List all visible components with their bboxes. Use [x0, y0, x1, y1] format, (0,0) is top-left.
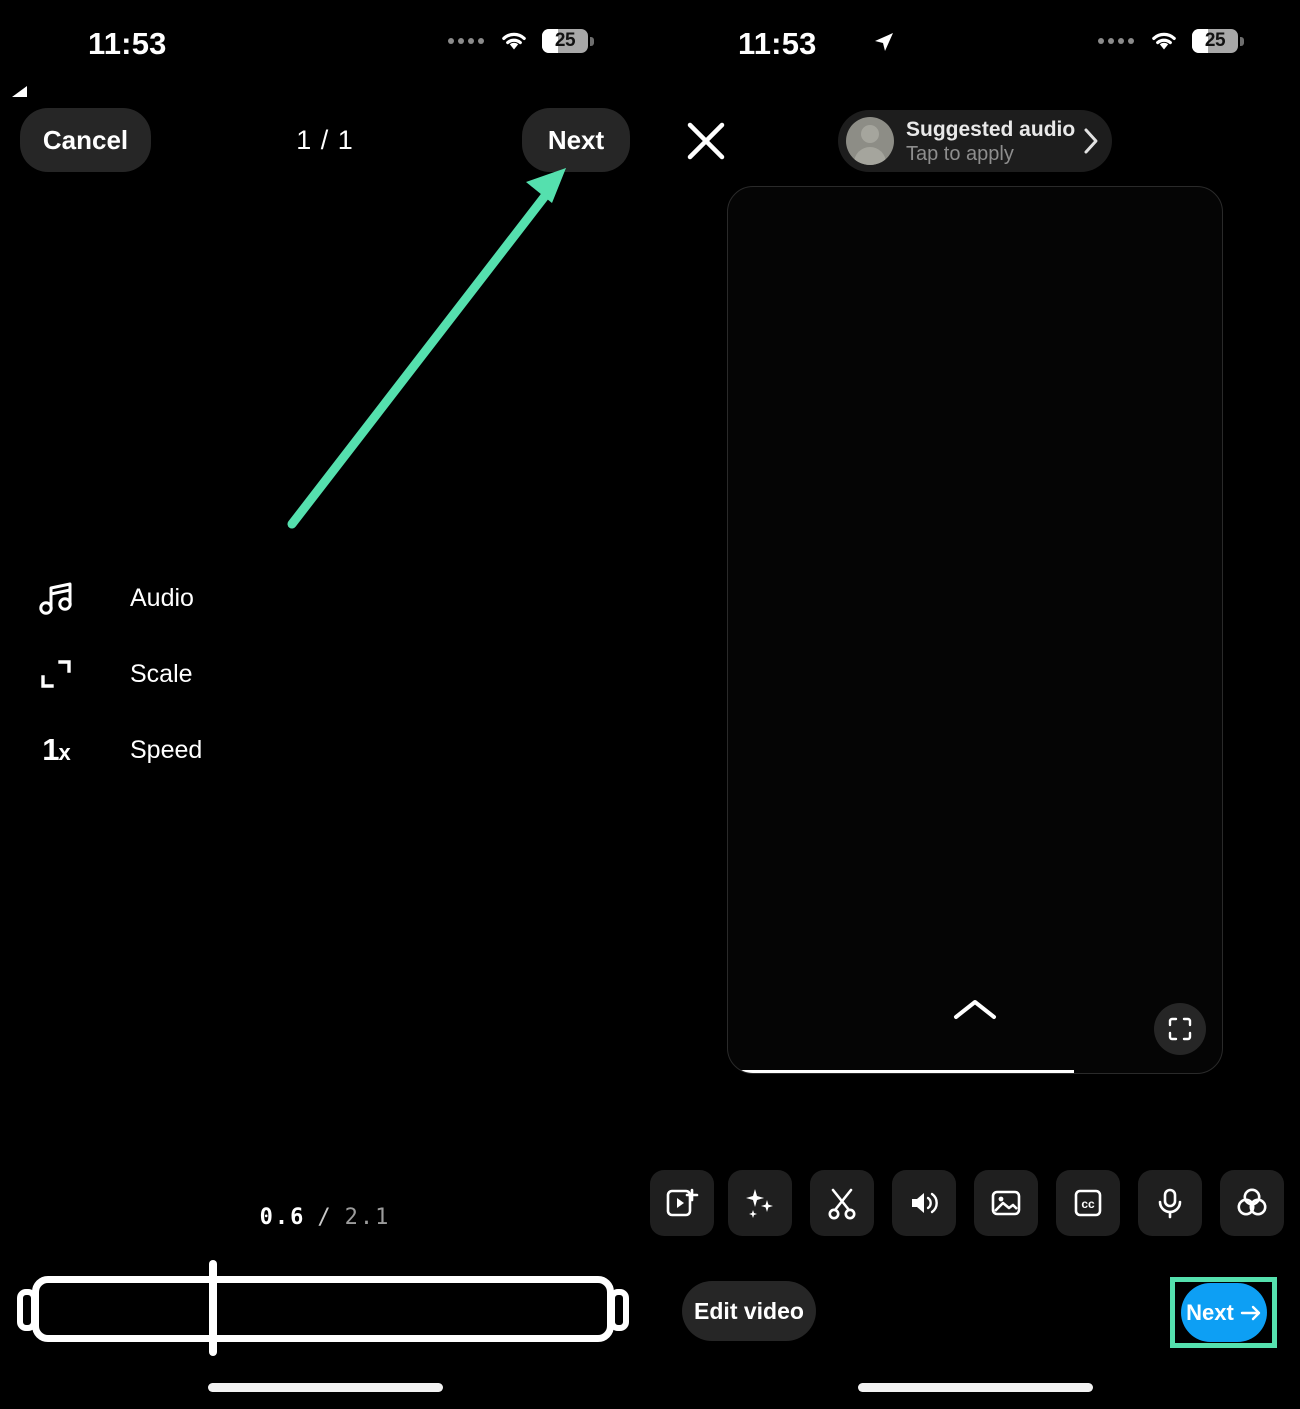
timeline-current-time: 0.6 [259, 1205, 306, 1230]
status-time-left: 11:53 [88, 26, 167, 61]
next-button-main-label: Next [1186, 1299, 1234, 1325]
location-arrow-icon [872, 30, 896, 54]
chevron-up-icon[interactable] [951, 995, 999, 1025]
svg-text:cc: cc [1081, 1197, 1095, 1211]
video-trimmer[interactable] [14, 1260, 632, 1356]
trim-handle-right[interactable] [609, 1289, 629, 1331]
status-bar-right: 11:53 25 [650, 0, 1300, 88]
trim-button[interactable] [810, 1170, 874, 1236]
wifi-icon [1148, 29, 1180, 53]
scale-crop-icon [30, 648, 82, 700]
image-button[interactable] [974, 1170, 1038, 1236]
annotation-arrow-icon [287, 168, 566, 529]
voiceover-button[interactable] [1138, 1170, 1202, 1236]
music-note-icon [30, 572, 82, 624]
filters-button[interactable] [1220, 1170, 1284, 1236]
add-clip-button[interactable] [650, 1170, 714, 1236]
suggested-audio-chip[interactable]: Suggested audio Tap to apply [838, 110, 1112, 172]
trim-handle-left[interactable] [17, 1289, 37, 1331]
timeline-playhead[interactable] [209, 1260, 217, 1356]
battery-indicator-left: 25 [542, 29, 594, 53]
tool-item-audio[interactable]: Audio [30, 560, 360, 636]
speed-value: 1 [42, 732, 59, 767]
next-button-main[interactable]: Next [1181, 1283, 1267, 1342]
battery-percent-right: 25 [1204, 30, 1226, 51]
expand-fullscreen-icon[interactable] [1154, 1003, 1206, 1055]
suggested-audio-title: Suggested audio [906, 117, 1076, 141]
timeline-time-readout: 0.6 / 2.1 [0, 1205, 650, 1230]
battery-percent-left: 25 [554, 30, 576, 51]
clip-tools-list: Audio Scale 1x Speed [30, 560, 360, 788]
tool-item-scale[interactable]: Scale [30, 636, 360, 712]
battery-indicator-right: 25 [1192, 29, 1244, 53]
tool-item-audio-label: Audio [130, 583, 194, 612]
captions-button[interactable]: cc [1056, 1170, 1120, 1236]
status-indicators-right: 25 [1098, 29, 1244, 53]
tool-item-speed-label: Speed [130, 735, 203, 764]
editor-toolbar: cc [650, 1170, 1300, 1236]
suggested-audio-subtitle: Tap to apply [906, 142, 1014, 165]
screenshot-root: 11:53 25 Cancel 1 / 1 Next Audio Scale 1… [0, 0, 1300, 1409]
suggested-audio-text: Suggested audio Tap to apply [906, 117, 1078, 166]
wifi-icon [498, 29, 530, 53]
status-indicators-left: 25 [448, 29, 594, 53]
arrow-right-icon [1240, 1305, 1262, 1321]
speed-unit: x [58, 740, 71, 765]
trim-frame [32, 1276, 614, 1342]
volume-button[interactable] [892, 1170, 956, 1236]
video-preview-panel[interactable] [727, 186, 1223, 1074]
speed-1x-icon: 1x [30, 724, 82, 776]
edit-video-button[interactable]: Edit video [682, 1281, 816, 1341]
corner-triangle-artifact [12, 86, 27, 97]
home-indicator-right [858, 1383, 1093, 1392]
effects-button[interactable] [728, 1170, 792, 1236]
close-x-icon[interactable] [683, 118, 729, 164]
timeline-total-time: 2.1 [344, 1205, 391, 1230]
person-avatar-icon [846, 117, 894, 165]
preview-progress-bar[interactable] [728, 1070, 1074, 1073]
tool-item-speed[interactable]: 1x Speed [30, 712, 360, 788]
status-time-right: 11:53 [738, 26, 817, 61]
home-indicator-left [208, 1383, 443, 1392]
left-pane: 11:53 25 Cancel 1 / 1 Next Audio Scale 1… [0, 0, 650, 1409]
signal-dots-icon [1098, 38, 1134, 44]
chevron-right-icon [1078, 126, 1104, 156]
timeline-separator: / [317, 1205, 333, 1230]
next-button-top[interactable]: Next [522, 108, 630, 172]
signal-dots-icon [448, 38, 484, 44]
status-bar-left: 11:53 25 [0, 0, 650, 88]
tool-item-scale-label: Scale [130, 659, 193, 688]
